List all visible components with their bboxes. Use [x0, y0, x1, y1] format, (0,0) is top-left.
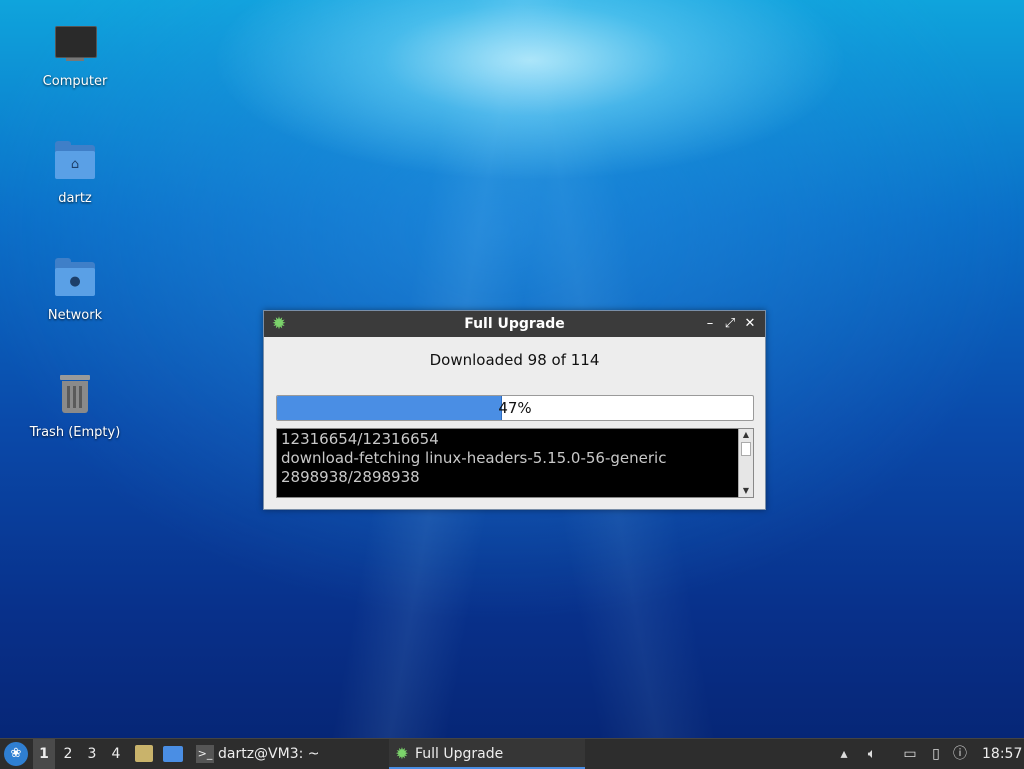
task-label: dartz@VM3: ~	[218, 746, 320, 762]
task-label: Full Upgrade	[415, 746, 504, 762]
taskbar: ❀ 1 2 3 4 >_ dartz@VM3: ~ ✹ Full Upgrade ▴…	[0, 738, 1024, 769]
desktop-icon-label: Trash (Empty)	[29, 425, 121, 440]
dialog-title: Full Upgrade	[464, 316, 565, 332]
terminal-icon: >_	[196, 745, 214, 763]
log-line: download-fetching linux-headers-5.15.0-5…	[281, 449, 667, 467]
workspace-1[interactable]: 1	[33, 739, 55, 769]
desktop-icon-network[interactable]: ● Network	[20, 254, 130, 323]
upgrade-gear-icon: ✹	[395, 744, 409, 763]
minimize-button[interactable]: –	[701, 315, 719, 333]
desktop-icon-trash[interactable]: Trash (Empty)	[20, 371, 130, 440]
clock[interactable]: 18:57	[982, 739, 1022, 769]
desktop-icon-home[interactable]: ⌂ dartz	[20, 137, 130, 206]
download-log[interactable]: 12316654/12316654 download-fetching linu…	[276, 428, 754, 498]
log-lines: 12316654/12316654 download-fetching linu…	[281, 430, 737, 487]
home-folder-icon: ⌂	[51, 137, 99, 185]
workspace-3[interactable]: 3	[81, 739, 103, 769]
scroll-down-icon[interactable]: ▼	[739, 485, 753, 497]
desktop-icon-label: dartz	[58, 191, 92, 206]
scroll-thumb[interactable]	[741, 442, 751, 456]
task-full-upgrade[interactable]: ✹ Full Upgrade	[389, 739, 585, 769]
start-menu-icon[interactable]: ❀	[4, 742, 28, 766]
log-scrollbar[interactable]: ▲ ▼	[738, 429, 753, 497]
file-manager-icon	[135, 745, 153, 762]
scroll-up-icon[interactable]: ▲	[739, 429, 753, 441]
full-upgrade-dialog: ✹ Full Upgrade – ⤢ ✕ Downloaded 98 of 11…	[263, 310, 766, 510]
computer-icon	[51, 20, 99, 68]
file-manager-launcher[interactable]	[133, 739, 155, 769]
log-line: 2898938/2898938	[281, 468, 420, 486]
task-terminal[interactable]: >_ dartz@VM3: ~	[192, 739, 386, 769]
desktop-icon-label: Network	[47, 308, 103, 323]
progress-label: 47%	[498, 399, 532, 417]
desktop-icon-computer[interactable]: Computer	[20, 20, 130, 89]
trash-icon	[51, 371, 99, 419]
maximize-button[interactable]: ⤢	[721, 315, 739, 333]
log-line: 12316654/12316654	[281, 430, 439, 448]
show-desktop-icon	[163, 746, 183, 762]
volume-icon[interactable]: 🔈︎	[862, 739, 882, 769]
show-desktop-launcher[interactable]	[161, 739, 185, 769]
download-status: Downloaded 98 of 114	[429, 351, 600, 369]
network-folder-icon: ●	[51, 254, 99, 302]
desktop-icon-label: Computer	[42, 74, 108, 89]
network-icon[interactable]: ▭	[900, 739, 920, 769]
tray-expand-icon[interactable]: ▴	[834, 739, 854, 769]
update-notifier-icon[interactable]: ⓘ	[950, 739, 970, 769]
close-button[interactable]: ✕	[741, 315, 759, 333]
dialog-titlebar[interactable]: ✹ Full Upgrade – ⤢ ✕	[264, 311, 765, 337]
progress-bar: 47%	[276, 395, 754, 421]
workspace-2[interactable]: 2	[57, 739, 79, 769]
clipboard-icon[interactable]: ▯	[926, 739, 946, 769]
workspace-4[interactable]: 4	[105, 739, 127, 769]
